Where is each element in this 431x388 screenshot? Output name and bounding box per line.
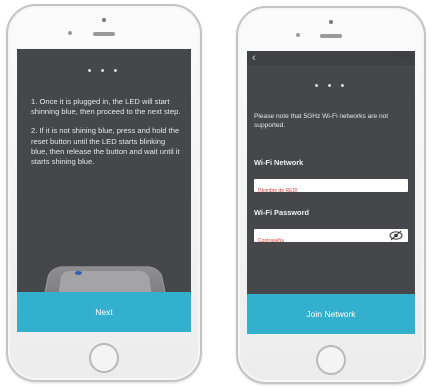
navigation-bar: ‹ Finish [247,51,415,65]
proximity-sensor [68,31,72,35]
home-button[interactable] [316,345,346,375]
screen-plug-in-instructions: • • • 1. Once it is plugged in, the LED … [17,49,191,332]
earpiece-speaker [93,32,115,36]
wifi-password-input[interactable] [254,234,408,248]
wifi-network-label: Wi-Fi Network [254,158,304,167]
join-network-button[interactable]: Join Network [247,294,415,334]
phone-left: • • • 1. Once it is plugged in, the LED … [6,4,202,382]
wifi-password-field[interactable] [254,229,408,248]
led-indicator [75,271,82,275]
back-chevron-icon[interactable]: ‹ [252,51,256,65]
front-camera [329,20,333,24]
screen-wifi-setup: ‹ Finish • • • Please note that 5GHz Wi-… [247,51,415,334]
page-indicator: • • • [314,80,348,92]
finish-link[interactable]: Finish [395,54,411,60]
phone-right: ‹ Finish • • • Please note that 5GHz Wi-… [236,6,426,384]
wifi-password-label: Wi-Fi Password [254,208,309,217]
front-camera [102,18,106,22]
wifi-note: Please note that 5GHz Wi-Fi networks are… [254,113,389,129]
proximity-sensor [296,33,300,37]
wifi-network-field[interactable] [254,179,408,198]
page-indicator: • • • [87,65,121,77]
instructions: 1. Once it is plugged in, the LED will s… [31,97,181,176]
eye-hidden-icon[interactable] [389,230,403,241]
wifi-network-input[interactable] [254,184,408,198]
home-button[interactable] [89,343,119,373]
next-button[interactable]: Next [17,292,191,332]
earpiece-speaker [320,34,342,38]
instruction-step-2: 2. If it is not shining blue, press and … [31,126,180,167]
instruction-step-1: 1. Once it is plugged in, the LED will s… [31,97,181,117]
